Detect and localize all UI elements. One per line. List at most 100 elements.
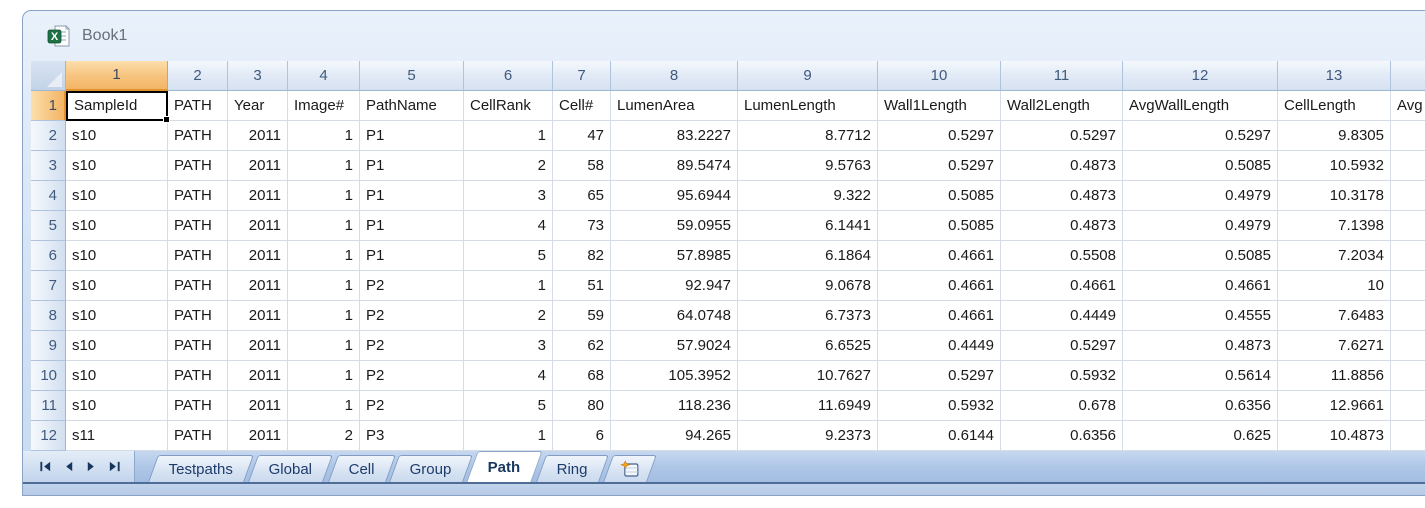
cell[interactable]: 0.4661 [878, 301, 1001, 331]
cell[interactable]: 0.5614 [1123, 361, 1278, 391]
column-header[interactable]: 9 [738, 61, 878, 91]
sheet-tab-global[interactable]: Global [248, 455, 333, 482]
cell[interactable]: 10.5932 [1278, 151, 1391, 181]
cell[interactable]: 89.5474 [611, 151, 738, 181]
cell[interactable]: 2011 [228, 331, 288, 361]
cell[interactable]: 1 [288, 301, 360, 331]
cell[interactable]: 94.265 [611, 421, 738, 451]
active-cell[interactable]: SampleId [66, 91, 168, 121]
cell[interactable]: 95.6944 [611, 181, 738, 211]
cell[interactable]: 64.0748 [611, 301, 738, 331]
cell[interactable]: 1 [288, 331, 360, 361]
cell[interactable]: 2011 [228, 151, 288, 181]
cell[interactable]: P1 [360, 151, 464, 181]
row-header[interactable]: 12 [31, 421, 66, 451]
cell[interactable]: 0.5297 [1001, 121, 1123, 151]
cell[interactable]: 8.7712 [738, 121, 878, 151]
cell[interactable]: 62 [553, 331, 611, 361]
cell[interactable]: 2 [288, 421, 360, 451]
cell[interactable]: P2 [360, 391, 464, 421]
cell[interactable]: 105.3952 [611, 361, 738, 391]
cell[interactable]: Avg [1391, 91, 1425, 121]
column-header[interactable]: 13 [1278, 61, 1391, 91]
cell[interactable]: 12.9661 [1278, 391, 1391, 421]
cell[interactable]: 82 [553, 241, 611, 271]
cell[interactable] [1391, 241, 1425, 271]
cell[interactable]: s10 [66, 241, 168, 271]
cell[interactable] [1391, 121, 1425, 151]
cell[interactable]: P2 [360, 301, 464, 331]
cell[interactable]: 0.4661 [878, 241, 1001, 271]
cell[interactable]: 58 [553, 151, 611, 181]
cell[interactable]: 11.6949 [738, 391, 878, 421]
cell[interactable]: 4 [464, 361, 553, 391]
cell[interactable]: P2 [360, 361, 464, 391]
cell[interactable]: 10.3178 [1278, 181, 1391, 211]
cell[interactable]: CellRank [464, 91, 553, 121]
cell[interactable]: 2011 [228, 121, 288, 151]
cell[interactable]: 2011 [228, 211, 288, 241]
cell[interactable] [1391, 361, 1425, 391]
cell[interactable]: 0.5932 [878, 391, 1001, 421]
cell[interactable]: PATH [168, 271, 228, 301]
cell[interactable]: PATH [168, 241, 228, 271]
cell[interactable]: 0.4873 [1001, 151, 1123, 181]
cell[interactable]: 118.236 [611, 391, 738, 421]
row-header[interactable]: 2 [31, 121, 66, 151]
cell[interactable]: 10 [1278, 271, 1391, 301]
cell[interactable]: P1 [360, 241, 464, 271]
cell[interactable]: LumenArea [611, 91, 738, 121]
cell[interactable]: 57.9024 [611, 331, 738, 361]
cell[interactable]: 2011 [228, 391, 288, 421]
cell[interactable]: 7.6483 [1278, 301, 1391, 331]
cell[interactable]: 0.4661 [1123, 271, 1278, 301]
cell[interactable]: 11.8856 [1278, 361, 1391, 391]
cell[interactable]: 4 [464, 211, 553, 241]
cell[interactable]: 6.7373 [738, 301, 878, 331]
cell[interactable]: P3 [360, 421, 464, 451]
cell[interactable]: s10 [66, 121, 168, 151]
cell[interactable] [1391, 331, 1425, 361]
cell[interactable]: CellLength [1278, 91, 1391, 121]
cell[interactable]: PATH [168, 331, 228, 361]
cell[interactable]: 83.2227 [611, 121, 738, 151]
cell[interactable]: 6.1441 [738, 211, 878, 241]
sheet-tab-testpaths[interactable]: Testpaths [148, 455, 254, 482]
row-header[interactable]: 4 [31, 181, 66, 211]
cell[interactable]: s10 [66, 331, 168, 361]
cell[interactable]: 0.6356 [1001, 421, 1123, 451]
cell[interactable]: 0.4449 [878, 331, 1001, 361]
cell[interactable] [1391, 391, 1425, 421]
column-header[interactable]: 3 [228, 61, 288, 91]
column-header[interactable]: 12 [1123, 61, 1278, 91]
cell[interactable]: 2011 [228, 421, 288, 451]
cell[interactable]: 9.0678 [738, 271, 878, 301]
cell[interactable]: 1 [464, 271, 553, 301]
cell[interactable]: 3 [464, 331, 553, 361]
cell[interactable]: PATH [168, 181, 228, 211]
cell[interactable]: 68 [553, 361, 611, 391]
cell[interactable]: Wall1Length [878, 91, 1001, 121]
cell[interactable]: 3 [464, 181, 553, 211]
row-header[interactable]: 5 [31, 211, 66, 241]
cell[interactable]: 2 [464, 151, 553, 181]
cell[interactable]: AvgWallLength [1123, 91, 1278, 121]
row-header[interactable]: 3 [31, 151, 66, 181]
cell[interactable]: 9.2373 [738, 421, 878, 451]
cell[interactable] [1391, 301, 1425, 331]
cell[interactable]: 0.5508 [1001, 241, 1123, 271]
cell[interactable]: 0.4873 [1001, 211, 1123, 241]
cell[interactable]: 1 [288, 121, 360, 151]
cell[interactable]: 2011 [228, 361, 288, 391]
cell[interactable] [1391, 211, 1425, 241]
cell[interactable]: 0.6356 [1123, 391, 1278, 421]
cell[interactable]: 73 [553, 211, 611, 241]
cell[interactable]: P1 [360, 121, 464, 151]
cell[interactable]: 0.4873 [1001, 181, 1123, 211]
row-header[interactable]: 6 [31, 241, 66, 271]
cell[interactable]: 47 [553, 121, 611, 151]
cell[interactable]: 1 [288, 391, 360, 421]
cell[interactable]: 9.8305 [1278, 121, 1391, 151]
cell[interactable]: 0.5297 [878, 361, 1001, 391]
column-header[interactable]: 4 [288, 61, 360, 91]
